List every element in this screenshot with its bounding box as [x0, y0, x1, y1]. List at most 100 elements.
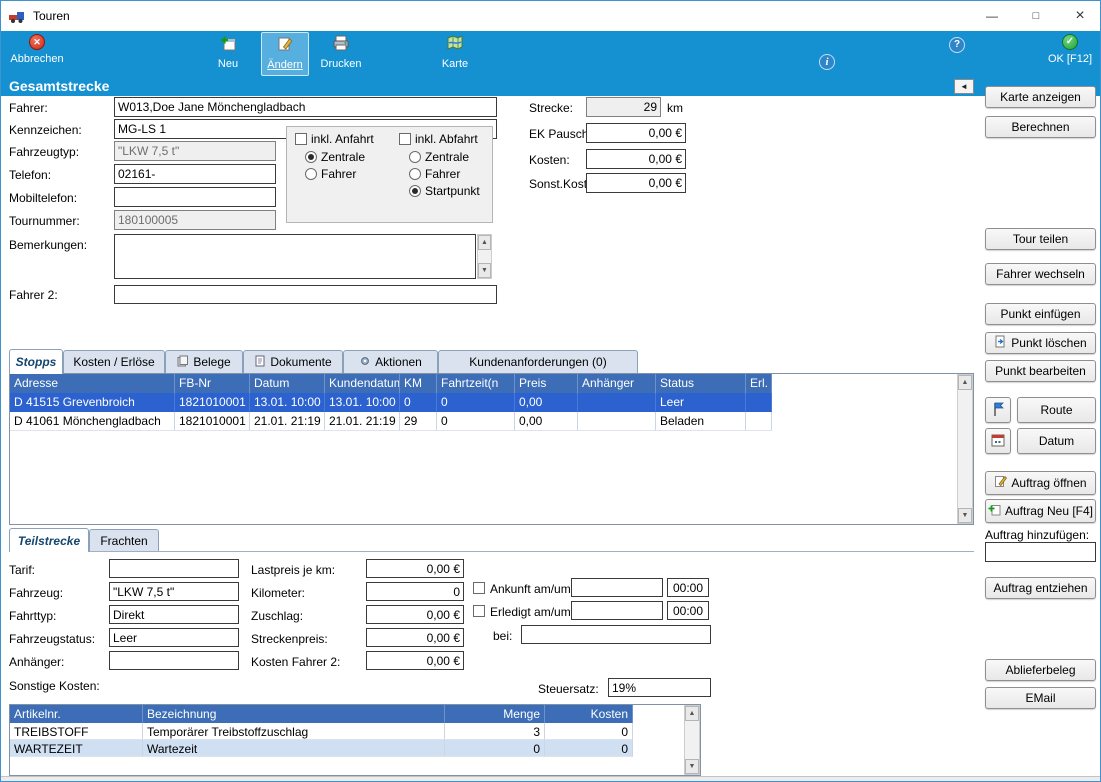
tab-aktionen[interactable]: Aktionen [343, 350, 438, 373]
berechnen-button[interactable]: Berechnen [985, 116, 1096, 138]
scroll-down-button[interactable]: ▼ [478, 263, 491, 278]
scroll-down-button[interactable]: ▼ [685, 759, 699, 774]
col-adresse[interactable]: Adresse [10, 374, 175, 393]
ablieferbeleg-button[interactable]: Ablieferbeleg [985, 659, 1096, 681]
col-kundendatum[interactable]: Kundendatum [325, 374, 400, 393]
tour-teilen-button[interactable]: Tour teilen [985, 228, 1096, 250]
punkt-einfuegen-button[interactable]: Punkt einfügen [985, 303, 1096, 325]
tab-belege[interactable]: Belege [165, 350, 243, 373]
ek-pauschal-input[interactable] [586, 123, 686, 143]
route-icon-button[interactable] [985, 397, 1011, 423]
auftrag-oeffnen-button[interactable]: Auftrag öffnen [985, 471, 1096, 495]
minimize-button[interactable]: — [970, 1, 1014, 30]
stops-scrollbar[interactable]: ▲ ▼ [957, 374, 973, 524]
tournummer-input[interactable] [114, 210, 276, 230]
anfahrt-fahrer-radio[interactable] [305, 168, 317, 180]
punkt-bearbeiten-button[interactable]: Punkt bearbeiten [985, 360, 1096, 382]
kosten-input[interactable] [586, 149, 686, 169]
erledigt-checkbox[interactable] [473, 605, 485, 617]
ankunft-zeit-input[interactable] [667, 578, 709, 597]
telefon-input[interactable] [114, 164, 276, 184]
email-button[interactable]: EMail [985, 687, 1096, 709]
articles-row-1[interactable]: TREIBSTOFF Temporärer Treibstoffzuschlag… [10, 723, 700, 740]
col-erl[interactable]: Erl. [746, 374, 772, 393]
abfahrt-startpunkt-radio[interactable] [409, 185, 421, 197]
fahrer-wechseln-button[interactable]: Fahrer wechseln [985, 263, 1096, 285]
toolbar-abbrechen-button[interactable]: ✕ Abbrechen [7, 34, 67, 65]
col-status[interactable]: Status [656, 374, 746, 393]
stops-row-1[interactable]: D 41515 Grevenbroich 1821010001 13.01. 1… [10, 393, 973, 412]
punkt-loeschen-button[interactable]: Punkt löschen [985, 332, 1096, 354]
inkl-abfahrt-checkbox[interactable] [399, 133, 411, 145]
app-icon[interactable] [9, 8, 25, 24]
fahrzeugtyp-input[interactable] [114, 141, 276, 161]
col-kosten[interactable]: Kosten [545, 705, 633, 723]
stops-row-2[interactable]: D 41061 Mönchengladbach 1821010001 21.01… [10, 412, 973, 431]
tab-teilstrecke[interactable]: Teilstrecke [9, 528, 89, 552]
auftrag-neu-button[interactable]: Auftrag Neu [F4] [985, 499, 1096, 523]
auftrag-entziehen-button[interactable]: Auftrag entziehen [985, 577, 1096, 599]
tab-kundenanforderungen[interactable]: Kundenanforderungen (0) [438, 350, 638, 373]
tarif-input[interactable] [109, 559, 239, 578]
scroll-down-button[interactable]: ▼ [958, 508, 972, 523]
bemerkungen-textarea[interactable] [114, 234, 476, 279]
karte-anzeigen-button[interactable]: Karte anzeigen [985, 86, 1096, 108]
anfahrt-zentrale-radio[interactable] [305, 151, 317, 163]
datum-icon-button[interactable] [985, 428, 1011, 454]
tab-kosten-erloese[interactable]: Kosten / Erlöse [63, 350, 165, 373]
mobiltelefon-input[interactable] [114, 187, 276, 207]
datum-button[interactable]: Datum [1017, 428, 1096, 454]
col-km[interactable]: KM [400, 374, 437, 393]
kilometer-input[interactable] [366, 582, 464, 601]
col-preis[interactable]: Preis [515, 374, 578, 393]
fahrzeug-input[interactable] [109, 582, 239, 601]
col-anhaenger[interactable]: Anhänger [578, 374, 656, 393]
col-fahrtzeit[interactable]: Fahrtzeit(n [437, 374, 515, 393]
fahrzeugstatus-input[interactable] [109, 628, 239, 647]
col-datum[interactable]: Datum [250, 374, 325, 393]
steuersatz-input[interactable] [608, 678, 711, 697]
strecke-input[interactable] [586, 97, 661, 117]
zuschlag-input[interactable] [366, 605, 464, 624]
collapse-panel-button[interactable]: ◄ [954, 79, 974, 94]
articles-scrollbar[interactable]: ▲ ▼ [684, 705, 700, 775]
close-button[interactable]: × [1058, 1, 1100, 30]
kosten-fahrer2-input[interactable] [366, 651, 464, 670]
col-artikelnr[interactable]: Artikelnr. [10, 705, 143, 723]
fahrttyp-input[interactable] [109, 605, 239, 624]
scroll-up-button[interactable]: ▲ [478, 235, 491, 250]
toolbar-drucken-button[interactable]: Drucken [315, 34, 367, 70]
bemerkungen-scrollbar[interactable]: ▲ ▼ [477, 234, 492, 279]
articles-row-2[interactable]: WARTEZEIT Wartezeit 0 0 [10, 740, 700, 757]
bei-input[interactable] [521, 625, 711, 644]
ankunft-datum-input[interactable] [571, 578, 663, 597]
abfahrt-zentrale-radio[interactable] [409, 151, 421, 163]
fahrer2-input[interactable] [114, 285, 497, 304]
tab-dokumente[interactable]: Dokumente [243, 350, 343, 373]
help-button[interactable]: ? [949, 37, 965, 53]
streckenpreis-input[interactable] [366, 628, 464, 647]
col-bezeichnung[interactable]: Bezeichnung [143, 705, 445, 723]
tab-stopps[interactable]: Stopps [9, 349, 63, 374]
lastpreis-input[interactable] [366, 559, 464, 578]
auftrag-hinzufuegen-input[interactable] [985, 542, 1096, 562]
scroll-up-button[interactable]: ▲ [958, 375, 972, 390]
toolbar-ok-button[interactable]: ✓ OK [F12] [1041, 34, 1099, 65]
abfahrt-fahrer-radio[interactable] [409, 168, 421, 180]
maximize-button[interactable]: □ [1014, 1, 1058, 30]
ankunft-checkbox[interactable] [473, 582, 485, 594]
erledigt-zeit-input[interactable] [667, 601, 709, 620]
tab-frachten[interactable]: Frachten [89, 529, 159, 551]
toolbar-aendern-button[interactable]: Ändern [261, 32, 309, 76]
col-fb-nr[interactable]: FB-Nr [175, 374, 250, 393]
erledigt-datum-input[interactable] [571, 601, 663, 620]
col-menge[interactable]: Menge [445, 705, 545, 723]
sonst-kosten-input[interactable] [586, 173, 686, 193]
info-button[interactable]: i [819, 54, 835, 70]
fahrer-input[interactable] [114, 97, 497, 117]
toolbar-karte-button[interactable]: Karte [429, 34, 481, 70]
anhaenger-input[interactable] [109, 651, 239, 670]
inkl-anfahrt-checkbox[interactable] [295, 133, 307, 145]
route-button[interactable]: Route [1017, 397, 1096, 423]
toolbar-neu-button[interactable]: Neu [205, 34, 251, 70]
